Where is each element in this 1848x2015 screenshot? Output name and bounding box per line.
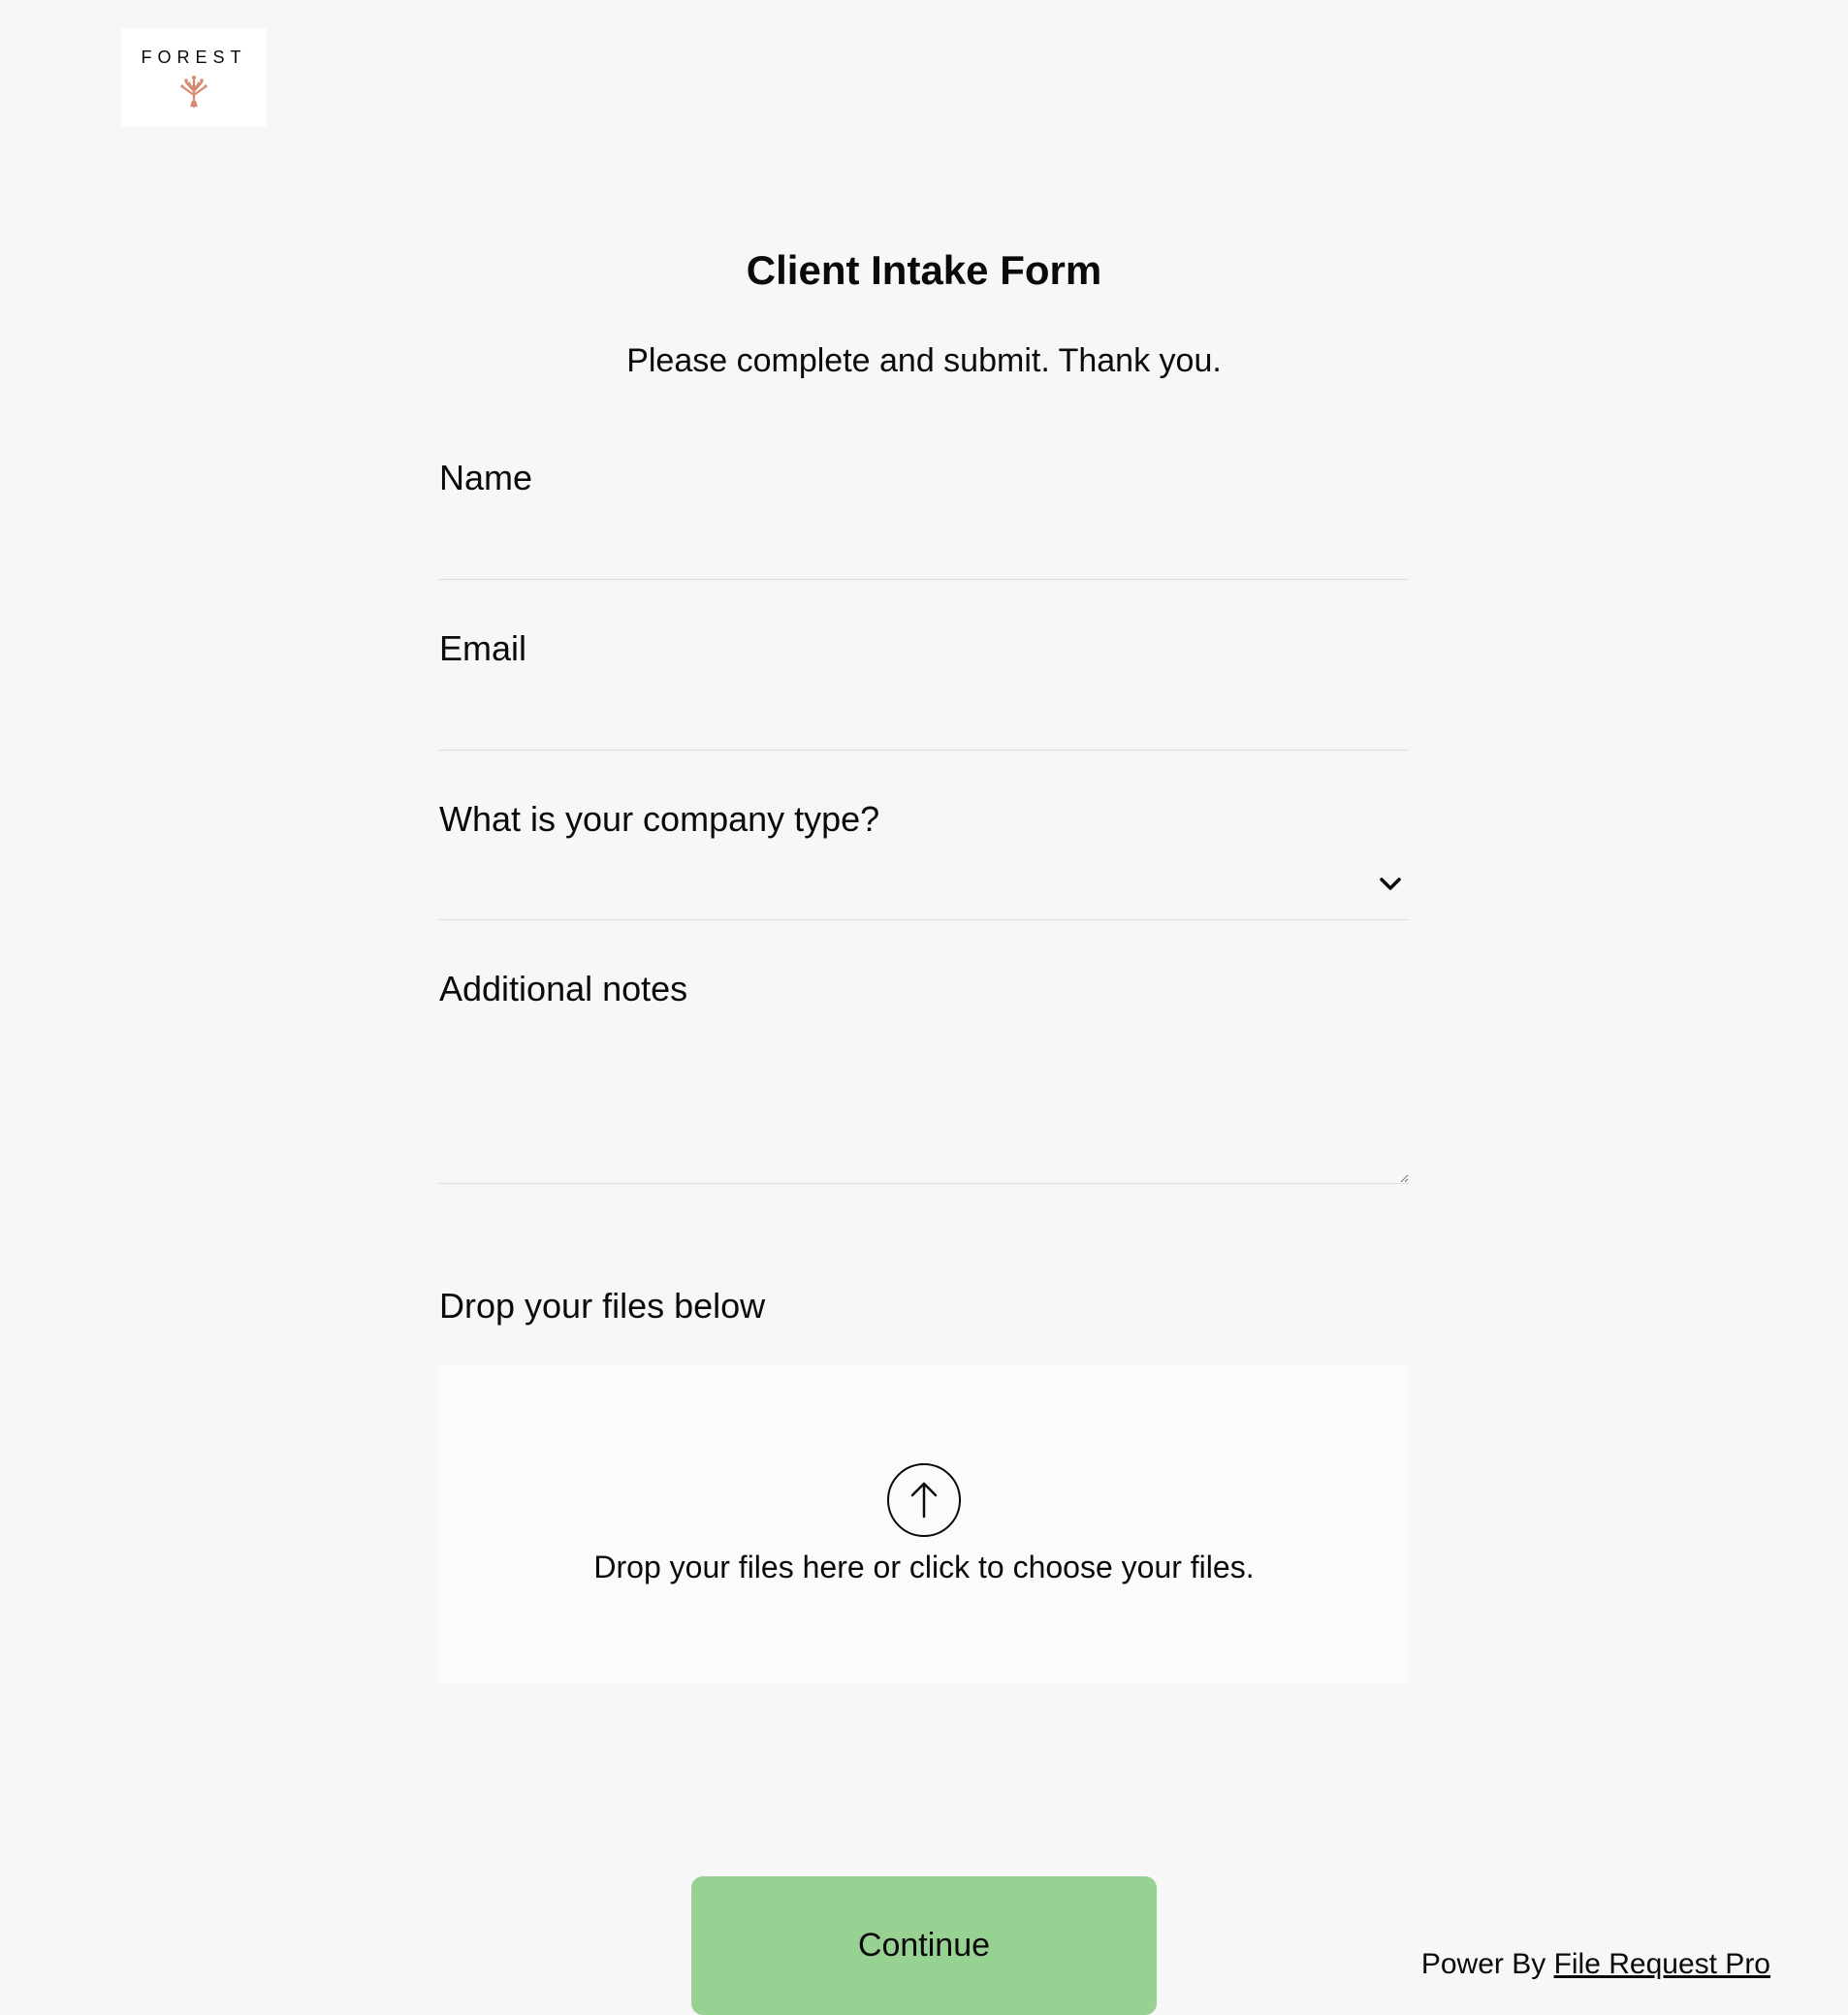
upload-section: Drop your files below Drop your files he… xyxy=(439,1286,1409,1682)
brand-logo: FOREST xyxy=(121,29,267,126)
logo-text: FOREST xyxy=(141,48,246,68)
page-title: Client Intake Form xyxy=(439,247,1409,294)
company-type-select[interactable] xyxy=(439,849,1409,919)
company-type-group: What is your company type? xyxy=(439,799,1409,920)
continue-button[interactable]: Continue xyxy=(691,1876,1157,2015)
company-type-label: What is your company type? xyxy=(439,799,1409,840)
notes-group: Additional notes xyxy=(439,969,1409,1189)
footer-prefix: Power By xyxy=(1421,1948,1554,1980)
name-group: Name xyxy=(439,458,1409,580)
form-container: Client Intake Form Please complete and s… xyxy=(439,0,1409,2015)
email-input[interactable] xyxy=(439,679,1409,751)
name-label: Name xyxy=(439,458,1409,498)
tree-icon xyxy=(176,74,211,109)
file-dropzone[interactable]: Drop your files here or click to choose … xyxy=(439,1365,1409,1682)
page-subtitle: Please complete and submit. Thank you. xyxy=(439,342,1409,380)
email-label: Email xyxy=(439,628,1409,669)
email-group: Email xyxy=(439,628,1409,751)
upload-label: Drop your files below xyxy=(439,1286,1409,1327)
notes-label: Additional notes xyxy=(439,969,1409,1009)
dropzone-text: Drop your files here or click to choose … xyxy=(459,1550,1389,1585)
footer-link[interactable]: File Request Pro xyxy=(1554,1948,1770,1980)
upload-arrow-icon xyxy=(886,1462,962,1538)
company-type-select-wrapper xyxy=(439,849,1409,920)
notes-textarea[interactable] xyxy=(439,1019,1409,1184)
footer: Power By File Request Pro xyxy=(1421,1948,1770,1981)
name-input[interactable] xyxy=(439,508,1409,580)
